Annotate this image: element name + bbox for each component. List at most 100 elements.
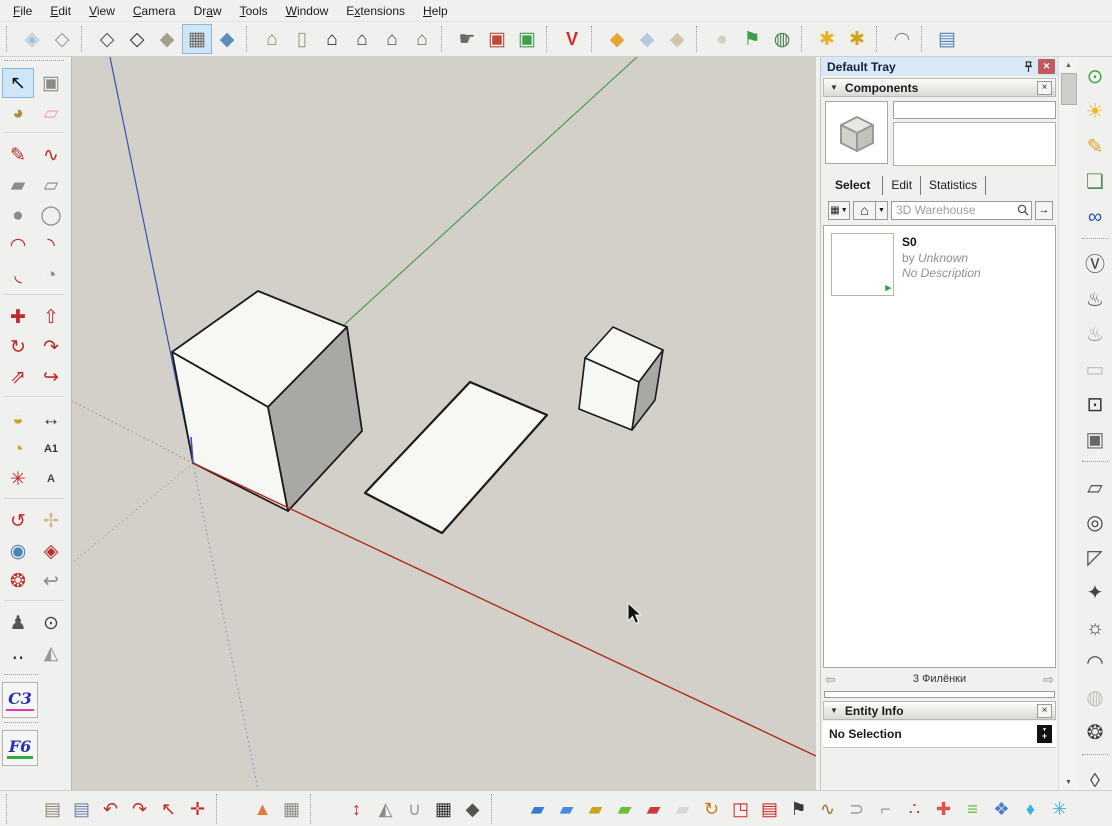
style-xray-icon[interactable]: ◈ [17, 24, 47, 54]
move-tool[interactable]: ✚ [2, 302, 34, 332]
terrain-grid-icon[interactable]: ▦ [277, 794, 306, 824]
spray-icon[interactable]: ✳ [1045, 794, 1074, 824]
house-solid-icon[interactable]: ⌂ [317, 24, 347, 54]
vray-asset-editor-icon[interactable]: ☀ [1079, 94, 1111, 129]
vray-ies-light-icon[interactable]: ✦ [1079, 575, 1111, 610]
brick-page-blue-icon[interactable]: ▤ [67, 794, 96, 824]
cross-red-icon[interactable]: ✚ [929, 794, 958, 824]
style-hidden-line-icon[interactable]: ◇ [122, 24, 152, 54]
flag-path-icon[interactable]: ⚑ [737, 24, 767, 54]
component-item-thumbnail[interactable]: ▸ [831, 233, 894, 296]
water-drop-icon[interactable]: ♦ [1016, 794, 1045, 824]
drape-ball-icon[interactable]: ◭ [371, 794, 400, 824]
house-3d-icon[interactable]: ⌂ [257, 24, 287, 54]
tiles-blue-icon[interactable]: ❖ [987, 794, 1016, 824]
point-path-icon[interactable]: ∴ [900, 794, 929, 824]
offset-tool[interactable]: ↪ [35, 362, 67, 392]
scrollbar-thumb[interactable] [1061, 73, 1077, 105]
drape-arrows-icon[interactable]: ↕ [342, 794, 371, 824]
surface-yellow-icon[interactable]: ▰ [581, 794, 610, 824]
vray-sphere-light-icon[interactable]: ◎ [1079, 505, 1111, 540]
warehouse-search-input[interactable] [891, 201, 1032, 220]
tab-statistics[interactable]: Statistics [921, 176, 986, 195]
pyramid-flip-icon[interactable]: ◆ [458, 794, 487, 824]
arc-pair-icon[interactable]: ◠ [887, 24, 917, 54]
rectangle-tool[interactable]: ▰ [2, 170, 34, 200]
orbit-tool[interactable]: ↺ [2, 506, 34, 536]
home-button[interactable]: ⌂ [853, 201, 875, 220]
hide-guides-icon[interactable]: ✱ [812, 24, 842, 54]
zoom-tool[interactable]: ◉ [2, 536, 34, 566]
nav-next-icon[interactable]: ⇨ [1038, 673, 1054, 686]
axes-tool[interactable]: ✳ [2, 464, 34, 494]
make-component-tool[interactable]: ▣ [35, 68, 67, 98]
arc-tool[interactable]: ◠ [2, 230, 34, 260]
vray-sphere-omni-icon[interactable]: ❂ [1079, 715, 1111, 750]
list-item[interactable]: ▸ S0 by Unknown No Description [831, 233, 1048, 296]
terrain-cone-icon[interactable]: ▲ [248, 794, 277, 824]
components-list[interactable]: ▸ S0 by Unknown No Description [823, 225, 1056, 668]
vray-omni-light-icon[interactable]: ☼ [1079, 610, 1111, 645]
vray-frame-buffer-disabled-icon[interactable]: ▭ [1079, 352, 1111, 387]
vray-frame-buffer-icon[interactable]: ⊡ [1079, 387, 1111, 422]
pie-tool[interactable]: ◔ [35, 260, 67, 290]
style-shaded-icon[interactable]: ◆ [152, 24, 182, 54]
corner-cube-blue-icon[interactable]: ◆ [632, 24, 662, 54]
flag-icon[interactable]: ⚑ [784, 794, 813, 824]
component-export-icon[interactable]: ▣ [512, 24, 542, 54]
view-options-button[interactable]: ▦ ▼ [828, 201, 850, 220]
follow-me-tool[interactable]: ↷ [35, 332, 67, 362]
scroll-down-icon[interactable]: ▼ [1060, 774, 1078, 790]
pipe-icon[interactable]: ⊃ [842, 794, 871, 824]
previous-view-tool[interactable]: ↩ [35, 566, 67, 596]
table-lines-red-icon[interactable]: ▤ [755, 794, 784, 824]
menu-file[interactable]: File [4, 1, 41, 21]
hide-guides-s-icon[interactable]: ✱ [842, 24, 872, 54]
text-tool[interactable]: A1 [35, 434, 67, 464]
pipe-bend-icon[interactable]: ⌐ [871, 794, 900, 824]
menu-help[interactable]: Help [414, 1, 457, 21]
shed-icon[interactable]: ⌂ [407, 24, 437, 54]
menu-camera[interactable]: Camera [124, 1, 185, 21]
rotate-tool[interactable]: ↻ [2, 332, 34, 362]
vray-rectangle-light-icon[interactable]: ▱ [1079, 470, 1111, 505]
surface-blue-icon[interactable]: ▰ [552, 794, 581, 824]
corner-square-red-icon[interactable]: ◳ [726, 794, 755, 824]
dimension-tool[interactable]: ↔ [35, 404, 67, 434]
vray-logo-circle-icon[interactable]: Ⓥ [1079, 247, 1111, 282]
surface-green-icon[interactable]: ▰ [610, 794, 639, 824]
vray-render-interactive-icon[interactable]: ♨ [1079, 317, 1111, 352]
polygon-tool[interactable]: ◯ [35, 200, 67, 230]
pin-icon[interactable] [1020, 59, 1036, 74]
style-back-edges-icon[interactable]: ◇ [47, 24, 77, 54]
pointer-hand-icon[interactable]: ☛ [452, 24, 482, 54]
components-section-header[interactable]: ▼ Components × [823, 78, 1056, 97]
entity-info-section-header[interactable]: ▼ Entity Info × [823, 701, 1056, 720]
corner-cube-tan-icon[interactable]: ◆ [662, 24, 692, 54]
rock-icon[interactable]: ● [707, 24, 737, 54]
surface-red-icon[interactable]: ▰ [639, 794, 668, 824]
push-pull-tool[interactable]: ⇧ [35, 302, 67, 332]
house-roof-icon[interactable]: ⌂ [347, 24, 377, 54]
vray-logo-icon[interactable]: V [557, 24, 587, 54]
line-tool[interactable]: ✎ [2, 140, 34, 170]
sandbox-bag-icon[interactable]: ∪ [400, 794, 429, 824]
vray-render-icon[interactable]: ♨ [1079, 282, 1111, 317]
tray-scrollbar[interactable]: ▲ ▼ [1058, 57, 1078, 790]
vray-binoculars-icon[interactable]: ∞ [1079, 199, 1111, 234]
select-tool[interactable]: ↖ [2, 68, 34, 98]
entity-detail-toggle-button[interactable]: ▼ + [1037, 725, 1052, 743]
zoom-extents-tool[interactable]: ❂ [2, 566, 34, 596]
tab-select[interactable]: Select [827, 176, 883, 195]
look-around-tool[interactable]: ⊙ [35, 608, 67, 638]
wave-block-icon[interactable]: ∿ [813, 794, 842, 824]
eraser-tool[interactable]: ▱ [35, 98, 67, 128]
component-description-field[interactable] [893, 122, 1056, 166]
two-point-arc-tool[interactable]: ◝ [35, 230, 67, 260]
component-report-icon[interactable]: ▣ [482, 24, 512, 54]
style-shaded-textures-icon[interactable]: ▦ [182, 24, 212, 54]
three-d-text-tool[interactable]: A [35, 464, 67, 494]
scale-tool[interactable]: ⇗ [2, 362, 34, 392]
plugin-c3-button[interactable]: C3 [2, 682, 38, 718]
menu-tools[interactable]: Tools [231, 1, 277, 21]
